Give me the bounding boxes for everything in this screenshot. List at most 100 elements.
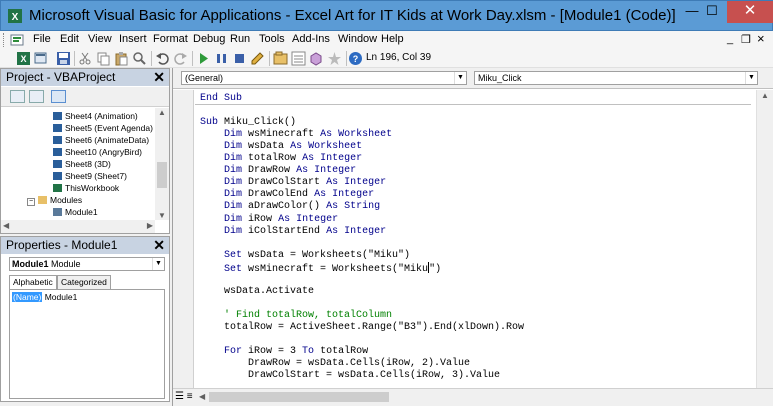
- scroll-up-arrow[interactable]: ▲: [155, 108, 169, 117]
- property-row[interactable]: (Name) Module1: [12, 292, 77, 302]
- code-line[interactable]: Dim iColStartEnd As Integer: [200, 226, 386, 238]
- code-line[interactable]: Sub Miku_Click(): [200, 117, 296, 129]
- project-pane-close-button[interactable]: ✕: [153, 69, 165, 86]
- vba-icon[interactable]: [10, 33, 24, 47]
- collapse-toggle[interactable]: −: [27, 198, 35, 206]
- toolbox-icon[interactable]: [327, 51, 342, 66]
- object-selector[interactable]: Module1 Module ▼: [9, 257, 165, 271]
- paste-icon[interactable]: [114, 51, 129, 66]
- scroll-left-arrow[interactable]: ◀: [3, 221, 9, 230]
- code-line[interactable]: totalRow = ActiveSheet.Range("B3").End(x…: [200, 322, 524, 334]
- tree-item-thisworkbook[interactable]: ThisWorkbook: [53, 182, 119, 194]
- menu-edit[interactable]: Edit: [60, 33, 79, 45]
- view-excel-icon[interactable]: X: [16, 51, 31, 66]
- find-icon[interactable]: [132, 51, 147, 66]
- menu-window[interactable]: Window: [338, 33, 377, 45]
- scroll-thumb[interactable]: [157, 162, 167, 188]
- code-line[interactable]: DrawRow = wsData.Cells(iRow, 2).Value: [200, 358, 470, 370]
- code-editor[interactable]: End Sub Sub Miku_Click() Dim wsMinecraft …: [195, 90, 751, 388]
- code-hscroll[interactable]: ☰ ≡ ◀: [173, 388, 773, 406]
- menu-file[interactable]: File: [33, 33, 51, 45]
- break-icon[interactable]: [214, 51, 229, 66]
- keyword: Sub: [200, 117, 219, 129]
- tree-item-sheet4[interactable]: Sheet4 (Animation): [53, 110, 138, 122]
- scroll-right-arrow[interactable]: ▶: [147, 221, 153, 230]
- menu-help[interactable]: Help: [381, 33, 404, 45]
- code-line[interactable]: For iRow = 3 To totalRow: [200, 346, 368, 358]
- scroll-up-arrow[interactable]: ▲: [757, 91, 773, 100]
- tree-item-modules[interactable]: − Modules: [27, 194, 82, 206]
- code-line[interactable]: Dim wsMinecraft As Worksheet: [200, 129, 392, 141]
- project-tree-hscroll[interactable]: ◀ ▶: [1, 220, 155, 233]
- run-icon[interactable]: [196, 51, 211, 66]
- view-object-icon[interactable]: [29, 90, 44, 103]
- close-button[interactable]: ✕: [727, 1, 773, 23]
- tab-alphabetic[interactable]: Alphabetic: [9, 275, 57, 289]
- menu-bar: File Edit View Insert Format Debug Run T…: [0, 31, 773, 49]
- reset-icon[interactable]: [232, 51, 247, 66]
- properties-window-icon[interactable]: [291, 51, 306, 66]
- menu-run[interactable]: Run: [230, 33, 250, 45]
- code-line[interactable]: Dim iRow As Integer: [200, 214, 338, 226]
- project-tree-vscroll[interactable]: ▲ ▼: [155, 108, 169, 220]
- code-line[interactable]: Dim aDrawColor() As String: [200, 201, 380, 213]
- maximize-button[interactable]: ☐: [697, 1, 727, 23]
- tree-item-module1[interactable]: Module1: [53, 206, 98, 218]
- object-browser-icon[interactable]: [309, 51, 324, 66]
- design-mode-icon[interactable]: [250, 51, 265, 66]
- project-explorer-icon[interactable]: [273, 51, 288, 66]
- object-combo[interactable]: (General) ▼: [181, 71, 467, 85]
- properties-pane-close-button[interactable]: ✕: [153, 237, 165, 254]
- copy-icon[interactable]: [96, 51, 111, 66]
- code-margin[interactable]: [173, 90, 194, 388]
- insert-userform-icon[interactable]: [34, 51, 49, 66]
- code-line[interactable]: wsData.Activate: [200, 286, 314, 298]
- tree-item-sheet6[interactable]: Sheet6 (AnimateData): [53, 134, 149, 146]
- menubar-grip[interactable]: [3, 33, 6, 47]
- code-line[interactable]: Dim DrawRow As Integer: [200, 165, 356, 177]
- code-line[interactable]: Dim DrawColEnd As Integer: [200, 189, 374, 201]
- code-line[interactable]: ' Find totalRow, totalColumn: [200, 310, 392, 322]
- scroll-left-arrow[interactable]: ◀: [199, 392, 205, 401]
- code-line[interactable]: End Sub: [200, 93, 242, 105]
- undo-icon[interactable]: [155, 51, 170, 66]
- help-icon[interactable]: ?: [348, 51, 363, 66]
- code-line[interactable]: Set wsData = Worksheets("Miku"): [200, 250, 410, 262]
- chevron-down-icon[interactable]: ▼: [152, 258, 164, 270]
- chevron-down-icon[interactable]: ▼: [745, 72, 757, 84]
- menu-add-ins[interactable]: Add-Ins: [292, 33, 330, 45]
- save-icon[interactable]: [56, 51, 71, 66]
- tree-item-sheet10[interactable]: Sheet10 (AngryBird): [53, 146, 142, 158]
- code-line[interactable]: Dim wsData As Worksheet: [200, 141, 362, 153]
- toolbar-separator: [192, 51, 193, 66]
- redo-icon[interactable]: [173, 51, 188, 66]
- procedure-combo[interactable]: Miku_Click ▼: [474, 71, 758, 85]
- code-line[interactable]: Set wsMinecraft = Worksheets("Miku"): [200, 261, 441, 275]
- mdi-close-button[interactable]: ×: [757, 31, 765, 46]
- mdi-minimize-button[interactable]: _: [727, 33, 733, 45]
- property-value[interactable]: Module1: [45, 292, 78, 302]
- view-buttons[interactable]: ☰ ≡: [175, 391, 193, 402]
- menu-view[interactable]: View: [88, 33, 112, 45]
- tree-item-sheet5[interactable]: Sheet5 (Event Agenda): [53, 122, 153, 134]
- tree-item-sheet9[interactable]: Sheet9 (Sheet7): [53, 170, 127, 182]
- scroll-down-arrow[interactable]: ▼: [155, 211, 169, 220]
- mdi-restore-button[interactable]: ❐: [741, 33, 751, 46]
- code-line[interactable]: Dim totalRow As Integer: [200, 153, 362, 165]
- menu-tools[interactable]: Tools: [259, 33, 285, 45]
- svg-text:X: X: [20, 54, 26, 64]
- menu-insert[interactable]: Insert: [119, 33, 147, 45]
- standard-toolbar: X ? Ln 196, Col 39: [0, 49, 773, 68]
- tab-categorized[interactable]: Categorized: [57, 275, 111, 289]
- menu-format[interactable]: Format: [153, 33, 188, 45]
- tree-item-sheet8[interactable]: Sheet8 (3D): [53, 158, 111, 170]
- menu-debug[interactable]: Debug: [193, 33, 225, 45]
- scroll-thumb[interactable]: [209, 392, 389, 402]
- code-line[interactable]: DrawColStart = wsData.Cells(iRow, 3).Val…: [200, 370, 500, 382]
- toggle-folders-icon[interactable]: [51, 90, 66, 103]
- code-vscroll[interactable]: ▲: [756, 90, 773, 388]
- view-code-icon[interactable]: [10, 90, 25, 103]
- cut-icon[interactable]: [78, 51, 93, 66]
- chevron-down-icon[interactable]: ▼: [454, 72, 466, 84]
- code-line[interactable]: Dim DrawColStart As Integer: [200, 177, 386, 189]
